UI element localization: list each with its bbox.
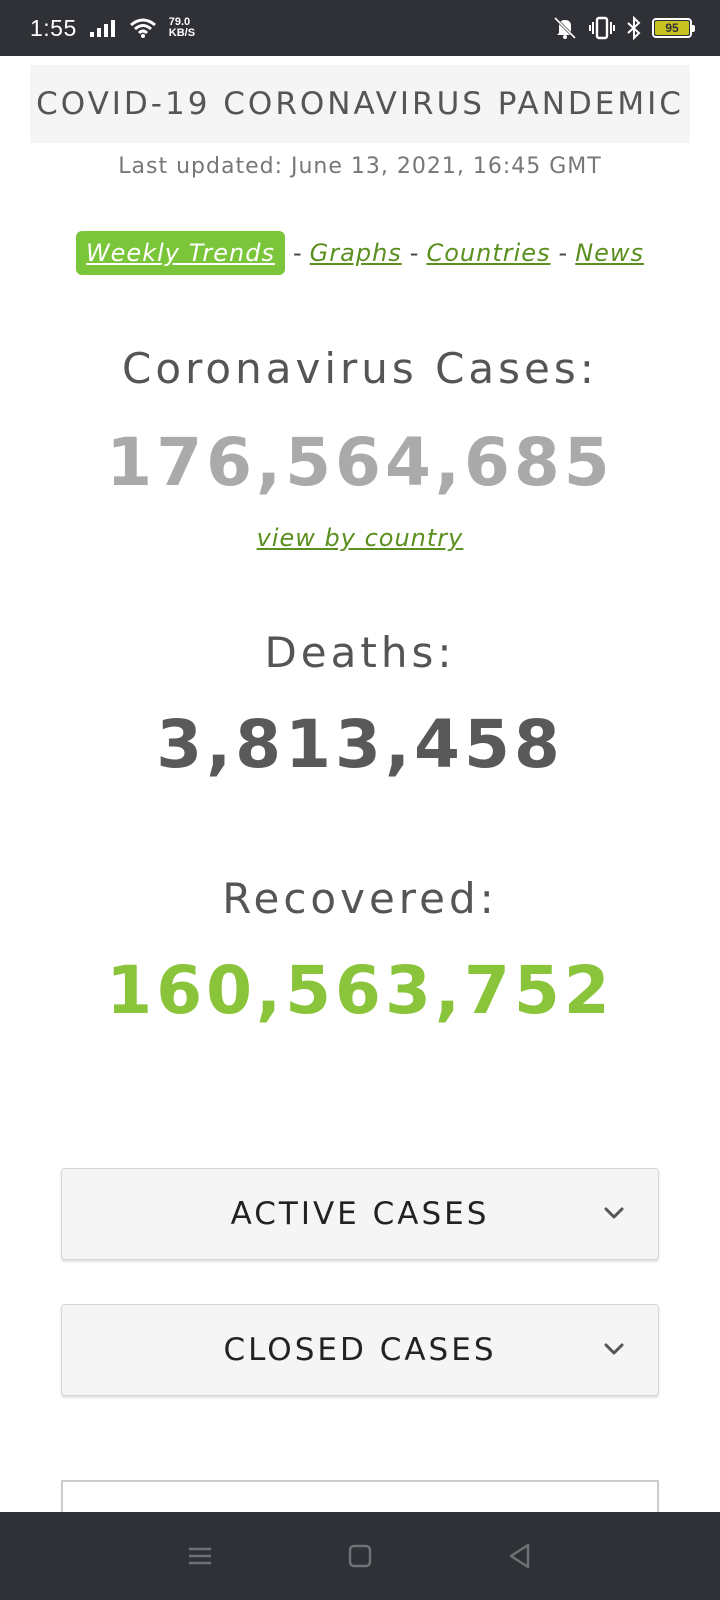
- nav-separator: -: [558, 239, 568, 267]
- nav-graphs-link[interactable]: Graphs: [310, 239, 402, 267]
- status-bar: 1:55 79.0 KB/S 95: [0, 0, 720, 56]
- chevron-down-icon[interactable]: [602, 1201, 626, 1225]
- active-cases-accordion[interactable]: ACTIVE CASES: [61, 1168, 659, 1260]
- closed-cases-title: CLOSED CASES: [223, 1332, 497, 1368]
- next-section-box: [61, 1480, 659, 1512]
- view-by-country-link[interactable]: view by country: [0, 524, 720, 552]
- network-speed-unit: KB/S: [168, 27, 196, 39]
- back-icon: [509, 1543, 530, 1569]
- recovered-label: Recovered:: [222, 874, 498, 923]
- page-title: COVID-19 CORONAVIRUS PANDEMIC: [36, 86, 684, 122]
- system-nav-bar: [0, 1512, 720, 1600]
- menu-icon: [189, 1547, 211, 1565]
- battery-level: 95: [655, 21, 689, 35]
- nav-news-link[interactable]: News: [575, 239, 644, 267]
- signal-icon: [89, 20, 115, 37]
- nav-countries-link[interactable]: Countries: [426, 239, 550, 267]
- last-updated-text: Last updated: June 13, 2021, 16:45 GMT: [118, 154, 602, 179]
- back-button[interactable]: [502, 1538, 538, 1574]
- status-left: 1:55 79.0 KB/S: [30, 15, 195, 42]
- wifi-icon: [129, 18, 156, 38]
- mute-icon: [553, 16, 577, 40]
- network-speed: 79.0 KB/S: [169, 17, 195, 39]
- home-icon: [348, 1544, 372, 1568]
- vibrate-icon: [589, 16, 615, 40]
- active-cases-title: ACTIVE CASES: [230, 1196, 490, 1232]
- recovered-count: 160,563,752: [106, 952, 614, 1029]
- deaths-count: 3,813,458: [156, 706, 564, 783]
- status-right: 95: [552, 15, 695, 41]
- nav-separator: -: [409, 239, 419, 267]
- battery-icon: 95: [652, 18, 695, 38]
- web-page: COVID-19 CORONAVIRUS PANDEMIC Last updat…: [0, 56, 720, 1512]
- chevron-down-icon[interactable]: [602, 1337, 626, 1361]
- cases-count: 176,564,685: [106, 424, 614, 501]
- cases-label: Coronavirus Cases:: [122, 344, 598, 393]
- closed-cases-accordion[interactable]: CLOSED CASES: [61, 1304, 659, 1396]
- view-by-country-text[interactable]: view by country: [257, 524, 464, 552]
- nav-separator: -: [292, 239, 302, 267]
- status-time: 1:55: [30, 14, 77, 41]
- deaths-label: Deaths:: [264, 628, 456, 677]
- bluetooth-icon: [627, 15, 641, 41]
- menu-button[interactable]: [182, 1538, 218, 1574]
- home-button[interactable]: [342, 1538, 378, 1574]
- page-title-banner: COVID-19 CORONAVIRUS PANDEMIC: [30, 65, 690, 143]
- nav-weekly-trends-link[interactable]: Weekly Trends: [75, 231, 285, 275]
- top-nav: Weekly Trends - Graphs - Countries - New…: [0, 231, 720, 275]
